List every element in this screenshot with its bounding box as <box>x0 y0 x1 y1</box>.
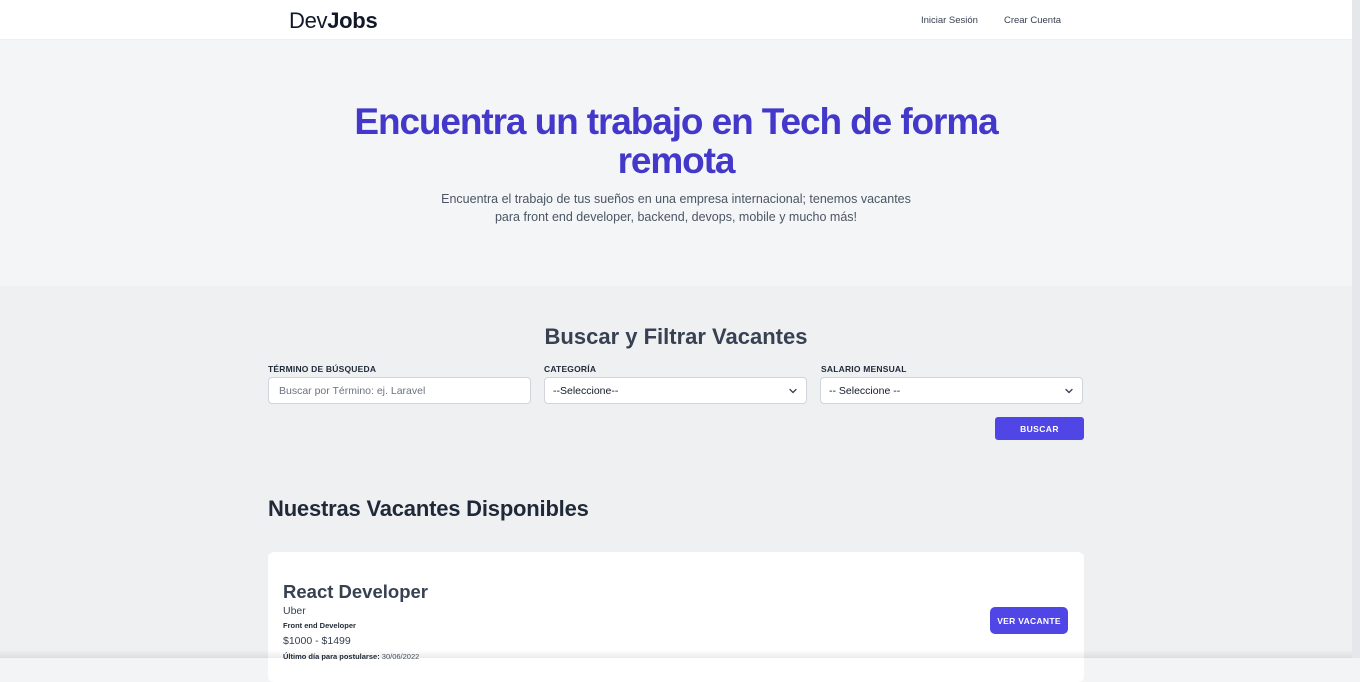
term-label: TÉRMINO DE BÚSQUEDA <box>268 364 376 374</box>
top-navbar: DevJobs Iniciar Sesión Crear Cuenta <box>0 0 1352 40</box>
job-title[interactable]: React Developer <box>283 581 428 603</box>
category-select-value: --Seleccione-- <box>553 385 788 397</box>
salary-select[interactable]: -- Seleccione -- <box>820 377 1083 404</box>
chevron-down-icon <box>788 386 798 396</box>
search-title: Buscar y Filtrar Vacantes <box>268 324 1084 350</box>
view-job-button[interactable]: VER VACANTE <box>990 607 1068 634</box>
logo-text-dev: Dev <box>289 8 327 33</box>
scrollbar[interactable] <box>1352 0 1360 658</box>
jobs-list-title: Nuestras Vacantes Disponibles <box>268 496 589 522</box>
salary-select-value: -- Seleccione -- <box>829 385 1064 397</box>
chevron-down-icon <box>1064 386 1074 396</box>
search-input[interactable] <box>277 384 522 398</box>
salary-label: SALARIO MENSUAL <box>821 364 907 374</box>
job-category: Front end Developer <box>283 621 356 630</box>
search-button[interactable]: BUSCAR <box>995 417 1084 440</box>
hero-title: Encuentra un trabajo en Tech de forma re… <box>340 102 1012 180</box>
job-salary: $1000 - $1499 <box>283 635 351 647</box>
job-company: Uber <box>283 605 306 617</box>
register-link[interactable]: Crear Cuenta <box>1004 15 1061 26</box>
hero-section: Encuentra un trabajo en Tech de forma re… <box>0 41 1352 286</box>
nav-links: Iniciar Sesión Crear Cuenta <box>921 15 1061 26</box>
logo[interactable]: DevJobs <box>289 8 377 34</box>
logo-text-jobs: Jobs <box>327 8 377 33</box>
search-section: Buscar y Filtrar Vacantes TÉRMINO DE BÚS… <box>0 286 1352 658</box>
term-field <box>268 377 531 404</box>
login-link[interactable]: Iniciar Sesión <box>921 15 978 26</box>
category-label: CATEGORÍA <box>544 364 596 374</box>
hero-subtitle: Encuentra el trabajo de tus sueños en un… <box>430 190 922 226</box>
bottom-shadow <box>0 650 1352 658</box>
job-card: React Developer Uber Front end Developer… <box>268 552 1084 682</box>
category-select[interactable]: --Seleccione-- <box>544 377 807 404</box>
